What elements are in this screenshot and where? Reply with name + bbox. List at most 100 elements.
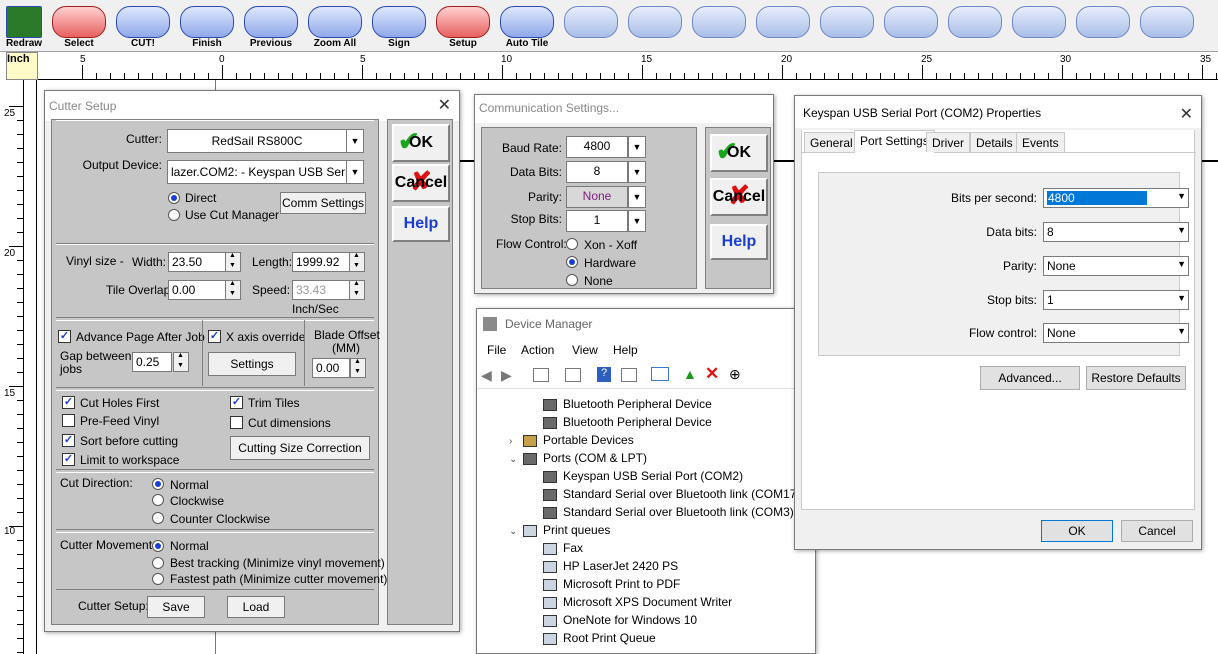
load-button[interactable]: Load xyxy=(227,596,285,618)
tree-item-onenote[interactable]: OneNote for Windows 10 xyxy=(543,613,697,631)
port-cancel-button[interactable]: Cancel xyxy=(1121,520,1193,542)
parity-select[interactable]: None ▼ xyxy=(1043,256,1189,276)
toolbar-empty-slot[interactable] xyxy=(688,2,750,50)
tree-item-keyspan-com2[interactable]: Keyspan USB Serial Port (COM2) xyxy=(543,469,743,487)
tree-item-print-queues[interactable]: ⌄ Print queues xyxy=(509,523,610,541)
movement-fastest-path-radio[interactable] xyxy=(152,573,164,585)
tab-driver[interactable]: Driver xyxy=(926,132,970,152)
gap-spinner[interactable] xyxy=(173,352,189,372)
cancel-button[interactable]: ✘ Cancel xyxy=(392,164,450,202)
direction-counter-clockwise-radio[interactable] xyxy=(152,512,164,524)
uninstall-icon[interactable]: ✕ xyxy=(705,364,719,384)
chevron-down-icon[interactable]: ▼ xyxy=(628,186,646,208)
cut-dimensions-checkbox[interactable] xyxy=(230,416,243,429)
tree-item-ports[interactable]: ⌄ Ports (COM & LPT) xyxy=(509,451,647,469)
movement-normal-radio[interactable] xyxy=(152,540,164,552)
chevron-right-icon[interactable]: › xyxy=(509,436,523,447)
menu-view[interactable]: View xyxy=(572,343,598,357)
toolbar-empty-slot[interactable] xyxy=(1072,2,1134,50)
chevron-down-icon[interactable]: ▼ xyxy=(628,210,646,232)
scan-hardware-icon[interactable]: ⊕ xyxy=(729,366,741,383)
comm-help-button[interactable]: Help xyxy=(710,224,768,260)
tree-item-bluetooth-com3[interactable]: Standard Serial over Bluetooth link (COM… xyxy=(543,505,794,523)
close-icon[interactable]: ✕ xyxy=(1180,104,1193,124)
previous-button[interactable]: Previous xyxy=(240,2,302,50)
tree-item-bluetooth-peripheral[interactable]: Bluetooth Peripheral Device xyxy=(543,397,712,415)
advance-page-checkbox[interactable]: ✓ xyxy=(58,330,71,343)
cut-holes-first-checkbox[interactable]: ✓ xyxy=(62,396,75,409)
chevron-down-icon[interactable]: ⌄ xyxy=(509,454,523,465)
restore-defaults-button[interactable]: Restore Defaults xyxy=(1086,366,1186,390)
chevron-down-icon[interactable]: ⌄ xyxy=(509,526,523,537)
tree-item-print-to-pdf[interactable]: Microsoft Print to PDF xyxy=(543,577,680,595)
width-input[interactable]: 23.50 xyxy=(168,252,226,272)
movement-best-tracking-radio[interactable] xyxy=(152,557,164,569)
limit-to-workspace-checkbox[interactable]: ✓ xyxy=(62,453,75,466)
toolbar-empty-slot[interactable] xyxy=(1136,2,1198,50)
toolbar-empty-slot[interactable] xyxy=(880,2,942,50)
length-input[interactable]: 1999.92 xyxy=(292,252,350,272)
help-button[interactable]: Help xyxy=(392,206,450,242)
chevron-down-icon[interactable]: ▼ xyxy=(346,160,364,184)
back-icon[interactable]: ◀ xyxy=(481,367,492,384)
properties-icon[interactable] xyxy=(533,368,549,382)
tree-item-bluetooth-com17[interactable]: Standard Serial over Bluetooth link (COM… xyxy=(543,487,800,505)
x-axis-override-checkbox[interactable]: ✓ xyxy=(208,330,221,343)
comm-cancel-button[interactable]: ✘ Cancel xyxy=(710,178,768,216)
gap-input[interactable]: 0.25 xyxy=(132,352,172,372)
tile-overlap-input[interactable]: 0.00 xyxy=(168,280,226,300)
flow-control-select[interactable]: None ▼ xyxy=(1043,323,1189,343)
cut-button[interactable]: CUT! xyxy=(112,2,174,50)
width-spinner[interactable] xyxy=(225,252,241,272)
direction-clockwise-radio[interactable] xyxy=(152,494,164,506)
list-icon[interactable] xyxy=(565,368,581,382)
trim-tiles-checkbox[interactable]: ✓ xyxy=(230,396,243,409)
ok-button[interactable]: ✔ OK xyxy=(392,124,450,162)
data-bits-select[interactable]: 8 ▼ xyxy=(1043,222,1189,242)
monitor-icon[interactable] xyxy=(651,367,669,381)
flow-none-radio[interactable] xyxy=(566,274,578,286)
select-button[interactable]: Select xyxy=(48,2,110,50)
setup-button[interactable]: Setup xyxy=(432,2,494,50)
tab-general[interactable]: General xyxy=(804,132,859,152)
chevron-down-icon[interactable]: ▼ xyxy=(628,136,646,158)
comm-ok-button[interactable]: ✔ OK xyxy=(710,134,768,172)
view-icon[interactable] xyxy=(621,368,637,382)
stop-bits-select[interactable]: 1 ▼ xyxy=(1043,290,1189,310)
tab-details[interactable]: Details xyxy=(970,132,1019,152)
cutter-select[interactable]: RedSail RS800C xyxy=(167,129,347,153)
toolbar-empty-slot[interactable] xyxy=(752,2,814,50)
chevron-down-icon[interactable]: ▼ xyxy=(346,129,364,153)
length-spinner[interactable] xyxy=(349,252,365,272)
direction-normal-radio[interactable] xyxy=(152,478,164,490)
speed-spinner[interactable] xyxy=(349,280,365,300)
update-driver-icon[interactable]: ▲ xyxy=(683,366,697,382)
settings-button[interactable]: Settings xyxy=(208,352,296,376)
menu-file[interactable]: File xyxy=(487,343,506,357)
chevron-down-icon[interactable]: ▼ xyxy=(628,161,646,183)
comm-settings-button[interactable]: Comm Settings xyxy=(280,192,366,214)
tree-item-bluetooth-peripheral[interactable]: Bluetooth Peripheral Device xyxy=(543,415,712,433)
stop-bits-select[interactable]: 1 xyxy=(566,210,628,232)
speed-input[interactable]: 33.43 xyxy=(292,280,350,300)
zoom-all-button[interactable]: Zoom All xyxy=(304,2,366,50)
tree-item-hp-laserjet[interactable]: HP LaserJet 2420 PS xyxy=(543,559,678,577)
help-icon[interactable]: ? xyxy=(597,367,611,382)
menu-help[interactable]: Help xyxy=(613,343,638,357)
unit-toggle[interactable]: Inch xyxy=(6,52,38,80)
close-icon[interactable]: ✕ xyxy=(438,95,451,115)
auto-tile-button[interactable]: Auto Tile xyxy=(496,2,558,50)
data-bits-select[interactable]: 8 xyxy=(566,161,628,183)
tree-item-xps-writer[interactable]: Microsoft XPS Document Writer xyxy=(543,595,732,613)
tab-events[interactable]: Events xyxy=(1016,132,1065,152)
direct-radio[interactable] xyxy=(168,192,180,204)
toolbar-empty-slot[interactable] xyxy=(560,2,622,50)
redraw-button[interactable]: Redraw xyxy=(2,2,46,50)
advanced-button[interactable]: Advanced... xyxy=(980,366,1080,390)
flow-xon-xoff-radio[interactable] xyxy=(566,238,578,250)
menu-action[interactable]: Action xyxy=(521,343,554,357)
tab-port-settings[interactable]: Port Settings xyxy=(854,130,935,153)
blade-offset-input[interactable]: 0.00 xyxy=(312,358,350,378)
tree-item-root-print-queue[interactable]: Root Print Queue xyxy=(543,631,656,649)
flow-hardware-radio[interactable] xyxy=(566,256,578,268)
